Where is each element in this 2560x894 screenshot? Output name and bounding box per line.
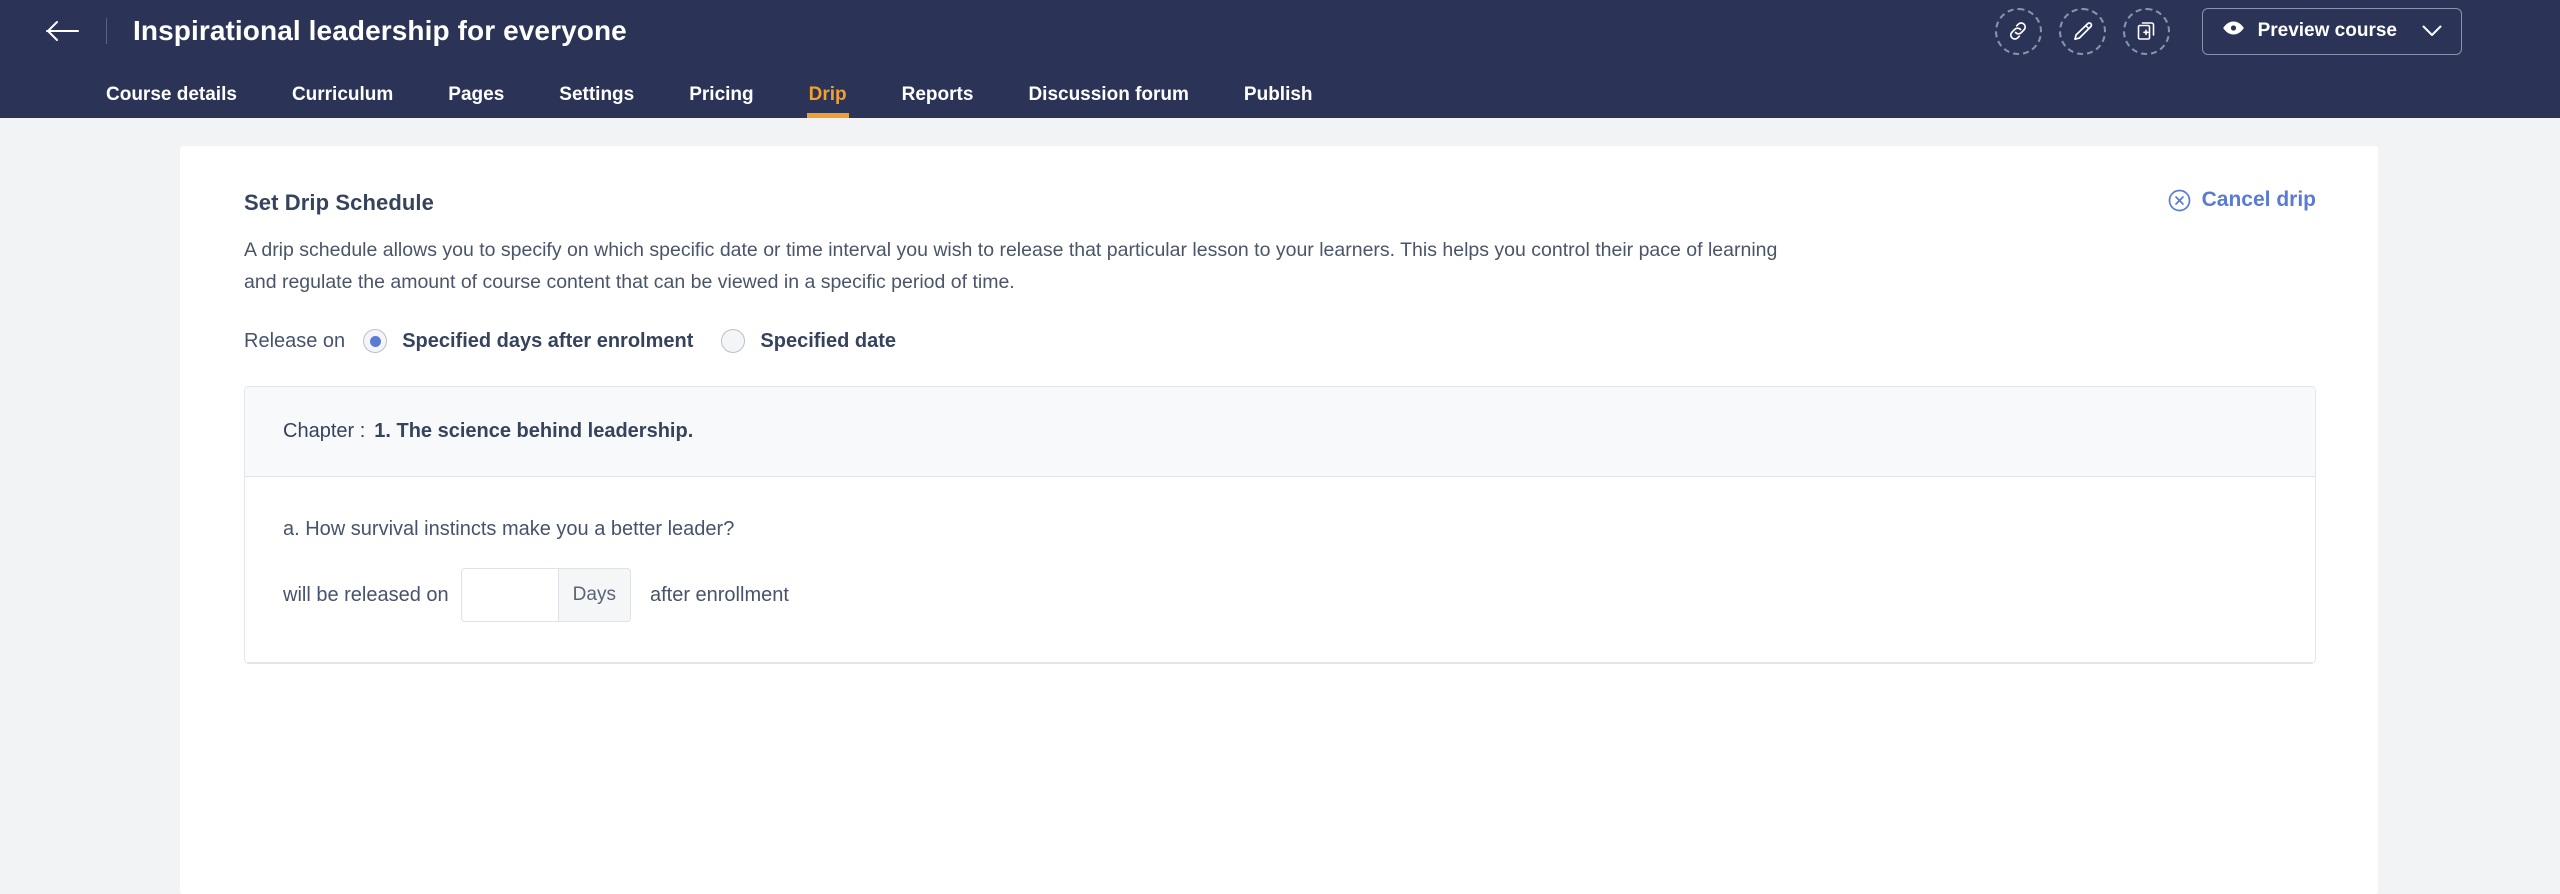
page-title: Inspirational leadership for everyone <box>133 15 627 47</box>
chapter-label: Chapter : <box>283 420 365 443</box>
lesson-title: a. How survival instincts make you a bet… <box>283 518 2315 541</box>
course-nav-tabs: Course details Curriculum Pages Settings… <box>0 62 2560 118</box>
tab-pricing[interactable]: Pricing <box>689 85 753 118</box>
release-prefix-label: will be released on <box>283 584 449 607</box>
duplicate-icon <box>2134 19 2158 43</box>
header-actions: Preview course <box>1995 8 2462 55</box>
drip-description: A drip schedule allows you to specify on… <box>244 235 1784 298</box>
chapter-panel: Chapter : 1. The science behind leadersh… <box>244 386 2316 664</box>
eye-icon <box>2222 19 2245 43</box>
section-title: Set Drip Schedule <box>244 190 434 216</box>
days-input-group: Days <box>461 568 631 622</box>
radio-button-icon[interactable] <box>721 329 745 353</box>
chapter-title: 1. The science behind leadership. <box>374 420 693 443</box>
lesson-row: a. How survival instincts make you a bet… <box>245 477 2315 663</box>
tab-reports[interactable]: Reports <box>902 85 974 118</box>
days-input[interactable] <box>461 568 558 622</box>
page-body: Set Drip Schedule Cancel drip A drip sch… <box>0 118 2560 894</box>
tab-drip[interactable]: Drip <box>809 85 847 118</box>
header-top-row: Inspirational leadership for everyone <box>0 0 2560 62</box>
tab-pages[interactable]: Pages <box>448 85 504 118</box>
copy-link-button[interactable] <box>1995 8 2042 55</box>
tab-discussion-forum[interactable]: Discussion forum <box>1028 85 1188 118</box>
lesson-release-controls: will be released on Days after enrollmen… <box>283 568 2315 622</box>
drip-schedule-card: Set Drip Schedule Cancel drip A drip sch… <box>180 146 2378 894</box>
preview-course-label: Preview course <box>2258 20 2397 42</box>
release-suffix-label: after enrollment <box>650 584 789 607</box>
back-button[interactable] <box>40 8 86 54</box>
cancel-drip-label: Cancel drip <box>2202 188 2316 212</box>
release-on-row: Release on Specified days after enrolmen… <box>244 329 2316 353</box>
radio-specified-date[interactable]: Specified date <box>721 329 896 353</box>
radio-button-selected-icon[interactable] <box>363 329 387 353</box>
card-header: Set Drip Schedule Cancel drip <box>244 190 2316 216</box>
duplicate-course-button[interactable] <box>2123 8 2170 55</box>
tab-course-details[interactable]: Course details <box>106 85 237 118</box>
preview-course-button[interactable]: Preview course <box>2202 8 2462 55</box>
circle-x-icon <box>2168 189 2191 212</box>
edit-course-button[interactable] <box>2059 8 2106 55</box>
chevron-down-icon[interactable] <box>2422 25 2442 37</box>
cancel-drip-button[interactable]: Cancel drip <box>2168 188 2316 212</box>
tab-publish[interactable]: Publish <box>1244 85 1313 118</box>
radio-specified-days-after-enrolment[interactable]: Specified days after enrolment <box>363 329 693 353</box>
app-header: Inspirational leadership for everyone <box>0 0 2560 118</box>
radio-label: Specified days after enrolment <box>402 330 693 353</box>
release-on-label: Release on <box>244 330 345 353</box>
radio-label: Specified date <box>760 330 896 353</box>
tab-settings[interactable]: Settings <box>559 85 634 118</box>
days-unit-label: Days <box>558 568 631 622</box>
arrow-left-icon <box>46 20 80 42</box>
tab-curriculum[interactable]: Curriculum <box>292 85 393 118</box>
link-icon <box>2006 19 2030 43</box>
chapter-header: Chapter : 1. The science behind leadersh… <box>245 387 2315 477</box>
pencil-icon <box>2070 19 2094 43</box>
header-divider <box>106 18 107 44</box>
